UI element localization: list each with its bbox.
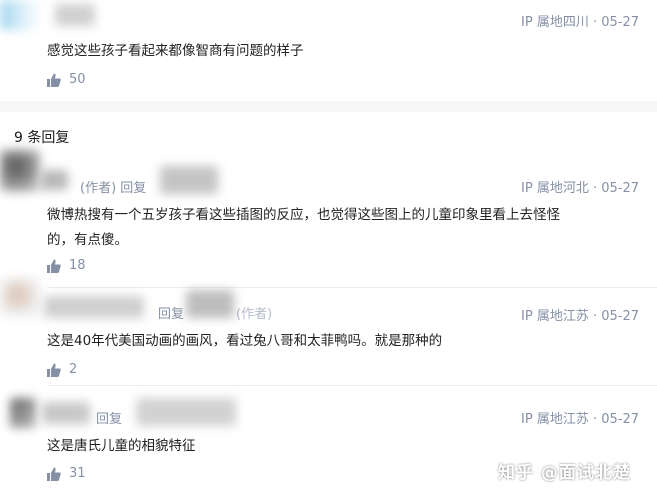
avatar[interactable] [10,398,36,428]
avatar[interactable] [0,150,40,192]
comment-text: 微博热搜有一个五岁孩子看这些插图的反应，也觉得这些图上的儿童印象里看上去怪怪 [47,207,560,223]
like-count: 50 [69,72,86,87]
like-button[interactable]: 50 [47,72,86,87]
avatar[interactable] [0,0,42,30]
like-button[interactable]: 2 [47,362,77,377]
reply-target-blurred[interactable] [186,290,234,318]
author-name-blurred[interactable] [42,402,90,424]
like-count: 31 [69,466,86,481]
author-name-blurred[interactable] [40,170,68,190]
author-role-label: (作者) [236,307,273,322]
thumbs-up-icon [47,467,61,481]
divider [47,287,657,288]
avatar[interactable] [0,278,40,316]
reply-target-blurred[interactable] [136,398,236,426]
reply-label: 回复 [158,307,185,322]
divider [47,385,657,386]
author-name-blurred[interactable] [55,4,95,26]
like-button[interactable]: 31 [47,466,86,481]
watermark: 知乎 @面试北楚 [498,463,631,483]
comment-text: 这是40年代美国动画的画风，看过兔八哥和太菲鸭吗。就是那种的 [47,333,443,349]
comment-location-date: IP 属地江苏 · 05-27 [521,412,639,427]
reply-label: 回复 [96,412,123,427]
like-count: 18 [69,258,86,273]
section-divider [0,101,657,112]
replies-count-header: 9 条回复 [14,130,70,146]
comment-text-continued: 的，有点傻。 [47,232,128,248]
thumbs-up-icon [47,73,61,87]
reply-target-blurred[interactable] [160,166,218,194]
thumbs-up-icon [47,363,61,377]
comment-location-date: IP 属地江苏 · 05-27 [521,309,639,324]
author-role-label: (作者) 回复 [80,181,147,196]
comment-location-date: IP 属地河北 · 05-27 [521,181,639,196]
like-count: 2 [69,362,78,377]
comment-location-date: IP 属地四川 · 05-27 [521,15,639,30]
like-button[interactable]: 18 [47,258,86,273]
thumbs-up-icon [47,259,61,273]
author-name-blurred[interactable] [44,296,144,318]
comment-text: 这是唐氏儿童的相貌特征 [47,438,196,454]
comment-text: 感觉这些孩子看起来都像智商有问题的样子 [47,43,304,59]
